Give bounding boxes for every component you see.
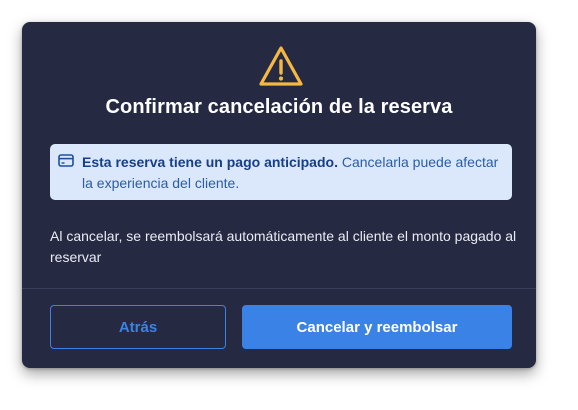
cancel-reservation-dialog: Confirmar cancelación de la reserva Esta…	[22, 22, 536, 368]
prepayment-info-box: Esta reserva tiene un pago anticipado. C…	[50, 144, 512, 200]
warning-triangle-icon	[259, 46, 303, 86]
footer-divider	[22, 288, 536, 289]
refund-description: Al cancelar, se reembolsará automáticame…	[50, 228, 517, 265]
dialog-title: Confirmar cancelación de la reserva	[105, 96, 453, 118]
credit-card-icon	[58, 154, 74, 167]
info-bold-text: Esta reserva tiene un pago anticipado.	[82, 154, 338, 170]
back-button[interactable]: Atrás	[50, 305, 226, 349]
cancel-and-refund-button[interactable]: Cancelar y reembolsar	[242, 305, 512, 349]
